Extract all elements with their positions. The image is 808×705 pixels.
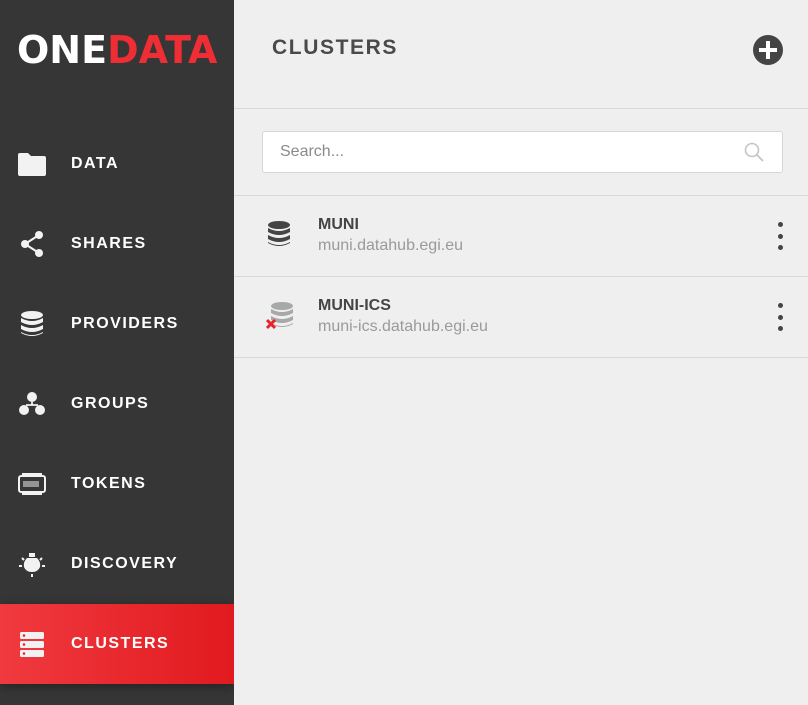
sidebar-item-label: DISCOVERY [71, 555, 179, 572]
sidebar-item-shares[interactable]: SHARES [0, 204, 234, 284]
cluster-domain: muni-ics.datahub.egi.eu [318, 318, 488, 335]
sidebar-item-label: CLUSTERS [71, 635, 170, 652]
sidebar-item-label: PROVIDERS [71, 315, 179, 332]
sidebar-item-providers[interactable]: PROVIDERS [0, 284, 234, 364]
search-input[interactable] [263, 132, 723, 172]
sidebar-item-tokens[interactable]: TOKENS [0, 444, 234, 524]
menu-dot-icon [777, 245, 783, 250]
menu-dot-icon [777, 326, 783, 331]
menu-dot-icon [777, 303, 783, 308]
sidebar-item-groups[interactable]: GROUPS [0, 364, 234, 444]
folder-icon [17, 149, 47, 179]
cluster-row[interactable]: MUNI-ICS muni-ics.datahub.egi.eu [234, 277, 808, 358]
sidebar: ONEDATA DATA SHARES PROVIDERS GROUPS TOK… [0, 0, 234, 705]
menu-dot-icon [777, 233, 783, 239]
logo-part-one: ONE [17, 28, 108, 72]
cluster-domain: muni.datahub.egi.eu [318, 237, 463, 254]
database-icon [17, 309, 47, 339]
search-box [262, 131, 783, 173]
cluster-row[interactable]: MUNI muni.datahub.egi.eu [234, 196, 808, 277]
sidebar-item-discovery[interactable]: DISCOVERY [0, 524, 234, 604]
database-offline-icon [265, 301, 298, 333]
groups-icon [17, 389, 47, 419]
search-icon[interactable] [744, 142, 764, 162]
menu-dot-icon [777, 314, 783, 320]
sidebar-item-label: GROUPS [71, 395, 150, 412]
token-icon [17, 469, 47, 499]
sidebar-item-clusters[interactable]: CLUSTERS [0, 604, 234, 684]
share-icon [17, 229, 47, 259]
add-cluster-button[interactable] [752, 34, 784, 66]
database-icon [266, 220, 298, 252]
sidebar-item-data[interactable]: DATA [0, 124, 234, 204]
plus-circle-icon [753, 35, 783, 65]
cluster-actions-menu-button[interactable] [768, 222, 792, 250]
main-content: CLUSTERS Search... MUNI muni.datahub.egi… [234, 0, 808, 705]
clusters-icon [17, 629, 47, 659]
onedata-logo[interactable]: ONEDATA [17, 30, 217, 70]
cluster-name: MUNI-ICS [318, 297, 391, 314]
page-header: CLUSTERS [234, 0, 808, 109]
cluster-name: MUNI [318, 216, 359, 233]
page-title: CLUSTERS [272, 36, 398, 59]
sidebar-item-label: DATA [71, 155, 120, 172]
sidebar-item-label: SHARES [71, 235, 147, 252]
logo-part-data: DATA [107, 28, 218, 72]
search-area [234, 109, 808, 196]
sidebar-item-label: TOKENS [71, 475, 147, 492]
discovery-icon [17, 549, 47, 579]
cluster-actions-menu-button[interactable] [768, 303, 792, 331]
menu-dot-icon [777, 222, 783, 227]
